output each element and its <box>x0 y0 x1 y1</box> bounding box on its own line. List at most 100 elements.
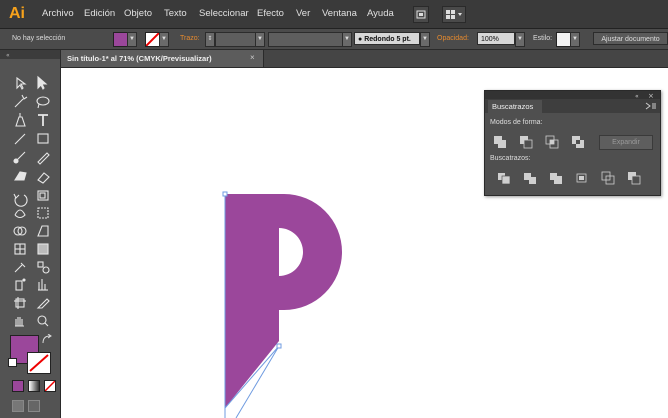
panel-menu-icon[interactable] <box>645 102 657 110</box>
selection-tool-icon[interactable] <box>37 75 48 90</box>
crop-icon[interactable] <box>575 171 589 185</box>
merge-icon[interactable] <box>549 171 563 185</box>
fill-dropdown-arrow[interactable]: ▼ <box>127 32 137 47</box>
svg-text:«: « <box>6 52 10 59</box>
pathfinder-panel: « × Buscatrazos Modos de forma: Expandir… <box>484 90 661 196</box>
variable-width-dropdown[interactable]: ▼ <box>342 32 352 47</box>
width-tool-icon[interactable] <box>14 209 26 219</box>
rectangle-tool-icon[interactable] <box>37 133 49 144</box>
expand-button[interactable]: Expandir <box>599 135 653 150</box>
menu-ver[interactable]: Ver <box>296 8 310 19</box>
screen-mode-button[interactable] <box>28 400 40 412</box>
menu-seleccionar[interactable]: Seleccionar <box>199 8 249 19</box>
bridge-button[interactable] <box>413 6 429 23</box>
opacity-field[interactable]: 100% <box>477 32 515 45</box>
perspective-grid-tool-icon[interactable] <box>37 225 49 237</box>
intersect-icon[interactable] <box>545 135 559 149</box>
zoom-tool-icon[interactable] <box>37 315 49 327</box>
paintbrush-tool-icon[interactable] <box>13 151 26 164</box>
collapse-arrows-icon[interactable]: « <box>0 50 60 59</box>
stroke-weight-stepper[interactable]: ⇕ <box>205 32 215 47</box>
style-swatch[interactable] <box>556 32 571 47</box>
mesh-tool-icon[interactable] <box>14 243 26 255</box>
menu-ayuda[interactable]: Ayuda <box>367 8 394 19</box>
color-mode-button[interactable] <box>12 380 24 392</box>
brush-label: Redondo 5 pt. <box>364 36 411 43</box>
eraser-tool-icon[interactable] <box>37 172 50 184</box>
close-tab-icon[interactable]: × <box>250 53 255 62</box>
magic-wand-icon[interactable] <box>14 94 28 108</box>
blob-brush-tool-icon[interactable] <box>14 171 27 181</box>
stroke-color-box[interactable] <box>27 352 51 374</box>
unite-icon[interactable] <box>493 135 507 149</box>
line-segment-tool-icon[interactable] <box>14 133 26 145</box>
menu-ventana[interactable]: Ventana <box>322 8 357 19</box>
selection-status: No hay selección <box>12 35 66 42</box>
brush-definition[interactable]: ● Redondo 5 pt. <box>354 32 420 45</box>
none-mode-button[interactable] <box>44 380 56 392</box>
pathfinders-label: Buscatrazos: <box>490 155 531 162</box>
symbol-sprayer-tool-icon[interactable] <box>15 278 26 291</box>
exclude-icon[interactable] <box>571 135 585 149</box>
shape-modes-label: Modos de forma: <box>490 119 543 126</box>
menu-objeto[interactable]: Objeto <box>124 8 152 19</box>
style-dropdown[interactable]: ▼ <box>570 32 580 47</box>
blend-tool-icon[interactable] <box>37 261 50 274</box>
menu-texto[interactable]: Texto <box>164 8 187 19</box>
menu-edicion[interactable]: Edición <box>84 8 115 19</box>
brush-dropdown[interactable]: ▼ <box>420 32 430 47</box>
menu-archivo[interactable]: Archivo <box>42 8 74 19</box>
variable-width-profile[interactable] <box>268 32 344 47</box>
panel-controls: « × <box>635 92 654 100</box>
lasso-icon[interactable] <box>36 96 50 109</box>
outline-icon[interactable] <box>601 171 615 185</box>
stroke-label[interactable]: Trazo: <box>180 35 200 42</box>
direct-selection-tool-icon[interactable] <box>16 76 27 90</box>
no-stroke-icon <box>29 354 49 372</box>
letter-p-shape[interactable] <box>225 194 342 408</box>
stroke-dropdown-arrow[interactable]: ▼ <box>159 32 169 47</box>
shape-builder-tool-icon[interactable] <box>13 226 27 236</box>
tools-panel: « <box>0 50 61 418</box>
swap-fill-stroke-icon[interactable] <box>41 334 53 346</box>
draw-normal-button[interactable] <box>12 400 24 412</box>
pen-tool-icon[interactable] <box>15 113 26 127</box>
trim-icon[interactable] <box>523 171 537 185</box>
anchor-point[interactable] <box>222 191 228 197</box>
menu-efecto[interactable]: Efecto <box>257 8 284 19</box>
default-fill-stroke-icon[interactable] <box>8 358 17 367</box>
stroke-weight-dropdown[interactable]: ▼ <box>255 32 265 47</box>
bridge-icon <box>416 10 426 19</box>
arrange-documents-icon <box>446 10 462 19</box>
eyedropper-tool-icon[interactable] <box>14 262 26 273</box>
minus-front-icon[interactable] <box>519 135 533 149</box>
fill-swatch[interactable] <box>113 32 128 47</box>
anchor-point[interactable] <box>276 343 282 349</box>
close-panel-icon[interactable]: × <box>648 92 654 100</box>
type-tool-icon[interactable] <box>38 114 48 126</box>
pathfinder-tab[interactable]: Buscatrazos <box>488 100 542 113</box>
scale-tool-icon[interactable] <box>37 190 49 201</box>
artboard-tool-icon[interactable] <box>14 297 26 309</box>
rotate-tool-icon[interactable] <box>13 193 28 207</box>
color-mode-swatch <box>13 381 23 391</box>
document-tab-title: Sin título-1* al 71% (CMYK/Previsualizar… <box>67 54 212 63</box>
divide-icon[interactable] <box>497 171 511 185</box>
free-transform-tool-icon[interactable] <box>37 207 49 219</box>
no-stroke-icon <box>145 32 160 47</box>
hand-tool-icon[interactable] <box>15 317 24 327</box>
app-logo: Ai <box>9 5 25 22</box>
column-graph-tool-icon[interactable] <box>38 279 48 291</box>
adjust-document-button[interactable]: Ajustar documento <box>593 32 668 45</box>
gradient-mode-button[interactable] <box>28 380 40 392</box>
arrange-documents-button[interactable] <box>442 6 466 23</box>
document-tab[interactable]: Sin título-1* al 71% (CMYK/Previsualizar… <box>61 50 264 67</box>
opacity-label[interactable]: Opacidad: <box>437 35 469 42</box>
slice-tool-icon[interactable] <box>36 298 50 309</box>
minus-back-icon[interactable] <box>627 171 641 185</box>
gradient-tool-icon[interactable] <box>37 243 49 255</box>
stroke-weight-field[interactable] <box>215 32 257 47</box>
stroke-swatch[interactable] <box>145 32 160 47</box>
opacity-dropdown[interactable]: ▼ <box>515 32 525 47</box>
pencil-tool-icon[interactable] <box>37 152 50 165</box>
